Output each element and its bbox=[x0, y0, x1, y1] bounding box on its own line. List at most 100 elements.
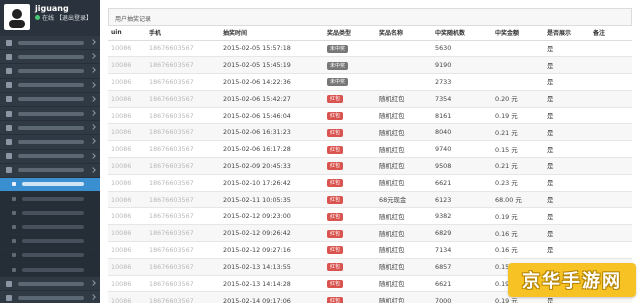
cell-uin: 10086 bbox=[108, 56, 146, 74]
column-header-shown[interactable]: 是否展示 bbox=[544, 26, 590, 41]
cell-amount bbox=[492, 39, 544, 57]
sidebar-item[interactable] bbox=[0, 220, 100, 235]
prize-type-badge: 红包 bbox=[327, 95, 344, 104]
table-row[interactable]: 10086 18676603567 2015-02-05 15:45:19 未中奖 91… bbox=[108, 56, 632, 74]
table-row[interactable]: 10086 18676603567 2015-02-09 20:45:33 红包 随机红… bbox=[108, 157, 632, 175]
table-row[interactable]: 10086 18676603567 2015-02-12 09:26:42 红包 随机红… bbox=[108, 224, 632, 242]
cell-rand: 9190 bbox=[432, 56, 492, 74]
sidebar-item[interactable] bbox=[0, 164, 100, 178]
cell-uin: 10086 bbox=[108, 140, 146, 158]
sidebar-item[interactable] bbox=[0, 107, 100, 122]
cell-amount: 0.23 元 bbox=[492, 173, 544, 192]
column-header-time[interactable]: 抽奖时间 bbox=[220, 26, 324, 41]
cell-time: 2015-02-05 15:45:19 bbox=[220, 56, 324, 74]
cell-uin: 10086 bbox=[108, 173, 146, 192]
sidebar-item[interactable] bbox=[0, 234, 100, 249]
sidebar-item-label bbox=[18, 54, 84, 59]
cell-uin: 10086 bbox=[108, 241, 146, 259]
sidebar-item[interactable] bbox=[0, 150, 100, 164]
sidebar-item[interactable] bbox=[0, 79, 100, 93]
avatar[interactable] bbox=[4, 4, 30, 30]
top-strip bbox=[100, 0, 640, 8]
column-header-amount[interactable]: 中奖金额 bbox=[492, 26, 544, 41]
sidebar-item-label bbox=[18, 83, 84, 88]
cell-amount bbox=[492, 56, 544, 74]
cell-time: 2015-02-06 16:17:28 bbox=[220, 140, 324, 158]
watermark-text: 京华手游网 bbox=[522, 271, 622, 292]
sidebar-item[interactable] bbox=[0, 248, 100, 263]
cell-note bbox=[590, 73, 632, 91]
column-header-random[interactable]: 中奖随机数 bbox=[432, 26, 492, 41]
prize-type-badge: 红包 bbox=[327, 162, 344, 171]
table-row[interactable]: 10086 18676603567 2015-02-06 15:42:27 红包 随机红… bbox=[108, 89, 632, 108]
sidebar-item[interactable] bbox=[0, 135, 100, 150]
sidebar-item[interactable] bbox=[0, 121, 100, 136]
table-row[interactable]: 10086 18676603567 2015-02-12 09:23:00 红包 随机红… bbox=[108, 207, 632, 225]
cell-time: 2015-02-05 15:57:18 bbox=[220, 39, 324, 57]
table-row[interactable]: 10086 18676603567 2015-02-06 14:22:36 未中奖 27… bbox=[108, 73, 632, 91]
table-row[interactable]: 10086 18676603567 2015-02-05 15:57:18 未中奖 56… bbox=[108, 39, 632, 57]
menu-icon bbox=[12, 182, 16, 187]
table-row[interactable]: 10086 18676603567 2015-02-06 15:46:04 红包 随机红… bbox=[108, 106, 632, 124]
sidebar-item-label bbox=[22, 253, 84, 258]
cell-uin: 10086 bbox=[108, 224, 146, 242]
sidebar-item[interactable] bbox=[0, 50, 100, 65]
column-header-prize-type[interactable]: 奖品类型 bbox=[324, 26, 376, 41]
cell-time: 2015-02-13 14:13:55 bbox=[220, 257, 324, 276]
cell-phone: 18676603567 bbox=[146, 106, 220, 124]
cell-uin: 10086 bbox=[108, 106, 146, 124]
table-row[interactable]: 10086 18676603567 2015-02-06 16:17:28 红包 随机红… bbox=[108, 140, 632, 158]
table-row[interactable]: 10086 18676603567 2015-02-10 17:26:42 红包 随机红… bbox=[108, 173, 632, 192]
cell-uin: 10086 bbox=[108, 257, 146, 276]
cell-note bbox=[590, 56, 632, 74]
prize-type-badge: 红包 bbox=[327, 246, 344, 255]
sidebar-item[interactable] bbox=[0, 263, 100, 278]
sidebar-item[interactable] bbox=[0, 36, 100, 51]
cell-uin: 10086 bbox=[108, 123, 146, 141]
sidebar-item[interactable] bbox=[0, 291, 100, 303]
column-header-phone[interactable]: 手机 bbox=[146, 26, 220, 41]
column-header-note[interactable]: 备注 bbox=[590, 26, 632, 41]
cell-phone: 18676603567 bbox=[146, 241, 220, 259]
app-window: jiguang 在线 【退出登录】 用户抽奖记录 uin 手机 抽奖时间 奖品类… bbox=[0, 0, 640, 303]
cell-phone: 18676603567 bbox=[146, 73, 220, 91]
table-row[interactable]: 10086 18676603567 2015-02-11 10:05:35 红包 68元… bbox=[108, 190, 632, 208]
prize-type-badge: 红包 bbox=[327, 196, 344, 205]
sidebar-item[interactable] bbox=[0, 277, 100, 292]
cell-type: 红包 bbox=[324, 241, 376, 259]
sidebar-item[interactable] bbox=[0, 177, 100, 193]
cell-amount: 0.20 元 bbox=[492, 89, 544, 108]
cell-rand: 8040 bbox=[432, 123, 492, 141]
sidebar-item[interactable] bbox=[0, 64, 100, 79]
sidebar-item[interactable] bbox=[0, 93, 100, 107]
panel-title: 用户抽奖记录 bbox=[108, 8, 632, 26]
column-header-uin[interactable]: uin bbox=[108, 26, 146, 41]
main-content: 用户抽奖记录 uin 手机 抽奖时间 奖品类型 奖品名称 中奖随机数 中奖金额 … bbox=[100, 0, 640, 303]
sidebar-item[interactable] bbox=[0, 192, 100, 207]
cell-uin: 10086 bbox=[108, 190, 146, 208]
table-row[interactable]: 10086 18676603567 2015-02-06 16:31:23 红包 随机红… bbox=[108, 123, 632, 141]
column-header-prize-name[interactable]: 奖品名称 bbox=[376, 26, 432, 41]
cell-rand: 6123 bbox=[432, 190, 492, 208]
cell-phone: 18676603567 bbox=[146, 140, 220, 158]
cell-type: 未中奖 bbox=[324, 73, 376, 91]
sidebar-item[interactable] bbox=[0, 206, 100, 221]
chevron-left-icon bbox=[90, 166, 96, 173]
table-row[interactable]: 10086 18676603567 2015-02-12 09:27:16 红包 随机红… bbox=[108, 241, 632, 259]
table-header-row: uin 手机 抽奖时间 奖品类型 奖品名称 中奖随机数 中奖金额 是否展示 备注 bbox=[108, 26, 632, 41]
prize-type-badge: 未中奖 bbox=[327, 61, 349, 70]
prize-type-badge: 红包 bbox=[327, 229, 344, 238]
menu-icon bbox=[6, 294, 12, 301]
cell-name: 随机红包 bbox=[376, 274, 432, 292]
sidebar-item-label bbox=[22, 210, 84, 215]
cell-type: 红包 bbox=[324, 224, 376, 242]
cell-uin: 10086 bbox=[108, 274, 146, 292]
user-info: jiguang 在线 【退出登录】 bbox=[35, 4, 92, 24]
sidebar-item-label bbox=[22, 225, 84, 230]
menu-icon bbox=[6, 82, 12, 89]
cell-type: 红包 bbox=[324, 123, 376, 141]
cell-name: 随机红包 bbox=[376, 257, 432, 276]
cell-time: 2015-02-11 10:05:35 bbox=[220, 190, 324, 208]
logout-link[interactable]: 【退出登录】 bbox=[56, 15, 92, 22]
cell-rand: 2733 bbox=[432, 73, 492, 91]
